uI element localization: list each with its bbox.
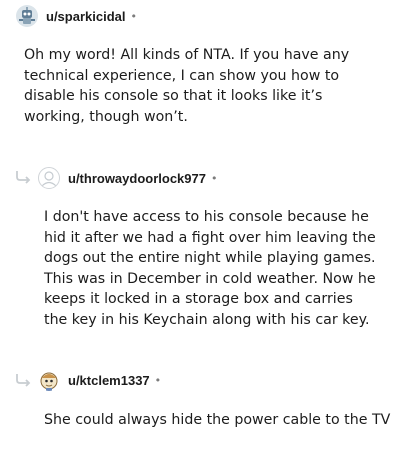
separator-dot: • — [154, 373, 162, 387]
character-avatar-icon[interactable] — [38, 369, 60, 391]
reply-arrow-icon — [16, 171, 31, 184]
separator-dot: • — [130, 9, 137, 23]
username[interactable]: u/throwaydoorlock977 — [68, 171, 206, 186]
comment-body: She could always hide the power cable to… — [44, 412, 391, 428]
username[interactable]: u/ktclem1337 — [68, 373, 150, 388]
comment-header: u/throwaydoorlock977 • — [38, 167, 217, 189]
separator-dot: • — [210, 171, 218, 185]
comment-header: u/ktclem1337 • — [38, 369, 161, 391]
comment-body: I don't have access to his console becau… — [44, 209, 376, 328]
comment-body: Oh my word! All kinds of NTA. If you hav… — [24, 47, 350, 125]
robot-avatar-icon[interactable] — [16, 5, 38, 27]
username[interactable]: u/sparkicidal — [46, 9, 125, 24]
default-avatar-icon[interactable] — [38, 167, 60, 189]
comment-header: u/sparkicidal • — [16, 5, 137, 27]
reply-arrow-icon — [16, 374, 31, 387]
